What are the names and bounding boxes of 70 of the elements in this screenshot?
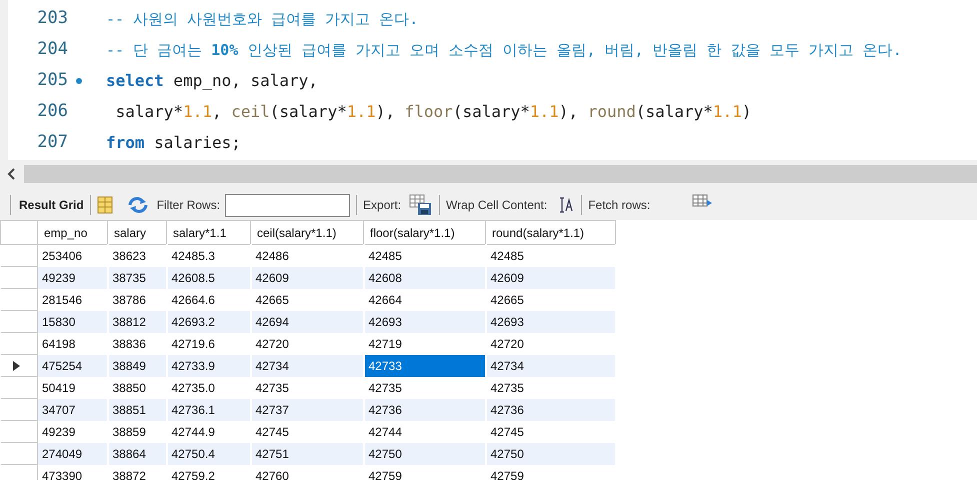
column-header[interactable]: salary*1.1 [166,220,250,244]
fetch-rows-icon[interactable] [692,194,714,208]
table-cell[interactable]: 42736.1 [166,398,250,420]
code-comment: -- 사원의 사원번호와 급여를 가지고 온다. [106,8,418,30]
column-header[interactable]: ceil(salary*1.1) [250,220,364,244]
table-cell[interactable]: 42760 [250,464,364,480]
table-cell[interactable]: 473390 [38,464,108,480]
table-cell[interactable]: 42759.2 [166,464,250,480]
table-cell[interactable]: 42733.9 [166,354,250,376]
table-cell[interactable]: 49239 [38,420,108,442]
table-cell[interactable]: 475254 [38,354,108,376]
filter-rows-label: Filter Rows: [156,197,220,214]
table-cell[interactable]: 50419 [38,376,108,398]
line-number: 204 [36,38,68,61]
table-cell[interactable]: 42734 [250,354,364,376]
table-cell[interactable]: 42609 [486,266,616,288]
table-cell[interactable]: 42759 [486,464,616,480]
column-header[interactable]: floor(salary*1.1) [364,220,486,244]
table-cell[interactable]: 42693 [486,310,616,332]
line-number: 207 [36,130,68,154]
fetch-rows-label: Fetch rows: [588,197,650,214]
code-line: salary*1.1, ceil(salary*1.1), floor(salary*1.1), round(salary*1.1) [114,100,752,122]
table-cell[interactable]: 42608.5 [166,266,250,288]
table-cell[interactable]: 42751 [250,442,364,464]
table-cell[interactable]: 49239 [38,266,108,288]
table-cell[interactable]: 42750 [486,442,616,464]
table-cell[interactable]: 42759 [364,464,486,480]
table-cell[interactable]: 42694 [250,310,364,332]
column-header[interactable]: round(salary*1.1) [486,220,616,244]
table-cell[interactable]: 42734 [486,354,616,376]
line-number: 206 [36,100,68,123]
horizontal-scrollbar[interactable] [24,165,977,183]
column-header[interactable]: salary [108,220,166,244]
wrap-text-icon[interactable] [559,197,576,213]
table-cell[interactable]: 64198 [38,332,108,354]
table-cell[interactable]: 38812 [108,310,166,332]
table-cell[interactable]: 42736 [486,398,616,420]
result-grid-tab[interactable]: Result Grid [19,196,84,214]
table-cell[interactable]: 42609 [250,266,364,288]
refresh-icon[interactable] [126,196,149,214]
table-cell[interactable]: 15830 [38,310,108,332]
table-cell[interactable]: 42750.4 [166,442,250,464]
table-cell[interactable]: 42733 [364,354,486,376]
line-number: 205 [36,68,68,92]
code-line: from salaries; [106,132,241,154]
column-header[interactable]: emp_no [38,220,108,244]
export-icon[interactable] [409,194,434,216]
filter-rows-field[interactable] [225,194,350,216]
table-cell[interactable]: 38735 [108,266,166,288]
export-label: Export: [363,197,402,214]
table-cell[interactable]: 42693.2 [166,310,250,332]
table-cell[interactable]: 42736 [364,398,486,420]
table-cell[interactable]: 38872 [108,464,166,480]
table-cell[interactable]: 38864 [108,442,166,464]
code-comment: -- 단 금여는 10% 인상된 급여를 가지고 오며 소수점 이하는 올림, 버림, 반올림 한 값을 모두 가지고 온다. [106,40,902,60]
scroll-left-icon[interactable] [7,168,17,180]
wrap-cell-content-label: Wrap Cell Content: [446,197,548,214]
table-cell[interactable]: 274049 [38,442,108,464]
table-cell[interactable]: 281546 [38,288,108,310]
table-cell[interactable]: 42693 [364,310,486,332]
code-line: select emp_no, salary, [106,70,318,92]
table-cell[interactable]: 253406 [38,244,108,266]
table-cell[interactable]: 34707 [38,398,108,420]
form-view-icon[interactable] [96,196,113,214]
table-cell[interactable]: 42608 [364,266,486,288]
table-cell[interactable]: 38851 [108,398,166,420]
table-cell[interactable]: 42737 [250,398,364,420]
line-number: 203 [36,6,68,30]
table-cell[interactable]: 42750 [364,442,486,464]
table-cell[interactable]: 38849 [108,354,166,376]
